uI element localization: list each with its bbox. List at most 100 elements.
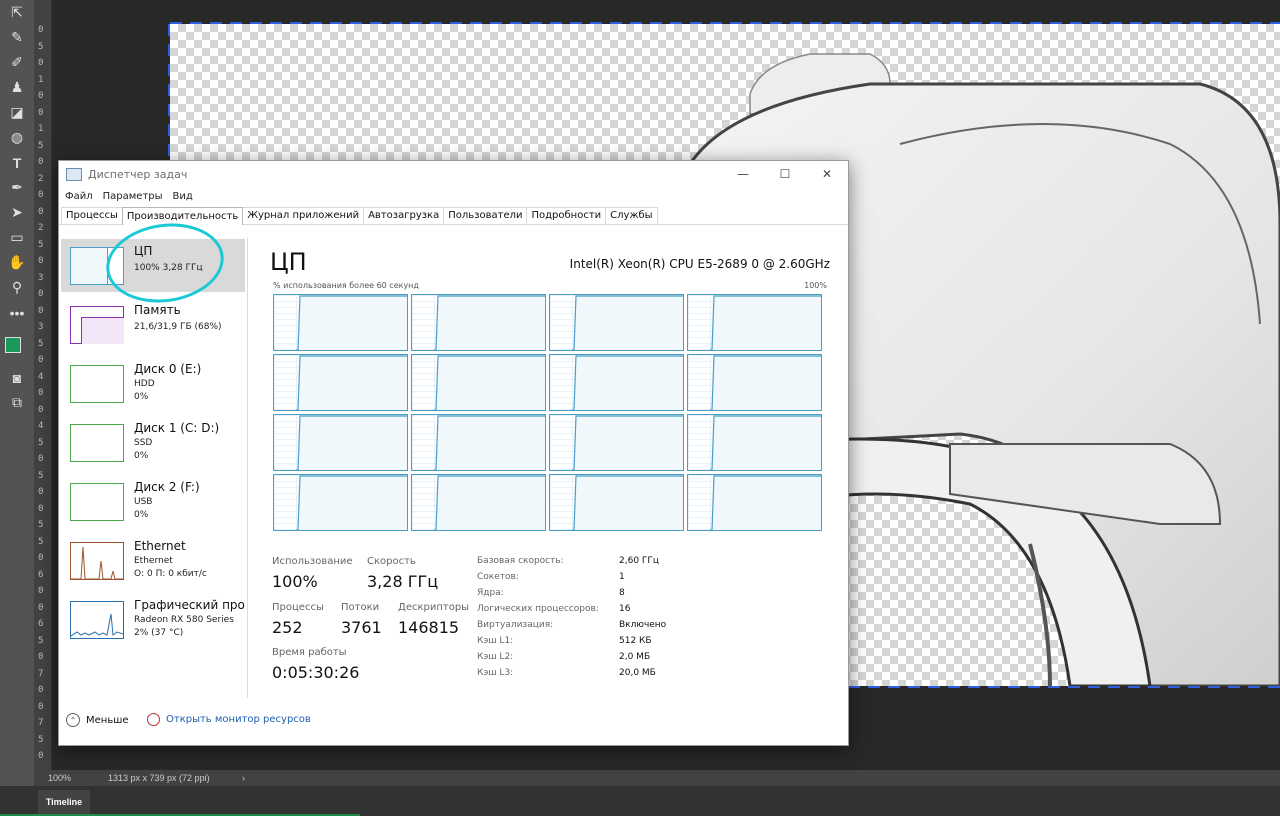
tab-strip: Процессы Производительность Журнал прило… <box>59 205 848 225</box>
cpu-core-graph <box>273 294 408 351</box>
cpu-core-graph <box>273 414 408 471</box>
spec-label: Кэш L3: <box>477 668 514 678</box>
timeline-tab[interactable]: Timeline <box>38 790 90 814</box>
ruler-mark: 0 <box>38 503 44 514</box>
maximize-button[interactable]: ☐ <box>764 167 806 181</box>
cpu-core-graph <box>687 294 822 351</box>
ruler-mark: 0 <box>38 454 44 464</box>
spec-label: Базовая скорость: <box>477 556 564 566</box>
minimize-button[interactable]: — <box>722 167 764 181</box>
cpu-heading: ЦП <box>270 248 307 276</box>
cpu-core-graph <box>411 294 546 351</box>
ruler-mark: 0 <box>38 355 44 365</box>
eraser-icon[interactable]: ◪ <box>0 100 34 125</box>
blur-icon[interactable]: ◍ <box>0 125 34 150</box>
photoshop-statusbar: 100% 1313 px x 739 px (72 ppi) › <box>34 770 1280 786</box>
select-icon[interactable]: ➤ <box>0 200 34 225</box>
screen-mode-icon[interactable]: ⧉ <box>0 390 34 415</box>
tab-details[interactable]: Подробности <box>526 207 607 224</box>
ruler-mark: 5 <box>38 239 44 250</box>
resource-item-memory[interactable]: Память 21,6/31,9 ГБ (68%) <box>61 298 245 351</box>
menu-file[interactable]: Файл <box>65 191 93 202</box>
cpu-core-graph <box>549 294 684 351</box>
cpu-core-graph <box>549 474 684 531</box>
ruler-mark: 0 <box>38 701 44 712</box>
tab-app-history[interactable]: Журнал приложений <box>242 207 365 224</box>
more-icon[interactable]: ••• <box>0 300 34 325</box>
resource-item-disk-2[interactable]: Диск 2 (F:) USB 0% <box>61 475 245 528</box>
spec-label: Виртуализация: <box>477 620 554 630</box>
ruler-mark: 0 <box>38 107 44 118</box>
stamp-icon[interactable]: ♟ <box>0 75 34 100</box>
cpu-model: Intel(R) Xeon(R) CPU E5-2689 0 @ 2.60GHz <box>569 257 830 271</box>
ruler-mark: 0 <box>38 685 44 695</box>
tab-performance[interactable]: Производительность <box>121 207 244 225</box>
rectangle-icon[interactable]: ▭ <box>0 225 34 250</box>
pen-icon[interactable]: ✒ <box>0 175 34 200</box>
cpu-core-graph <box>273 474 408 531</box>
type-icon[interactable]: T <box>0 150 34 175</box>
speed-label: Скорость <box>367 556 416 567</box>
eyedropper-icon[interactable]: ✎ <box>0 25 34 50</box>
cpu-core-graph <box>411 414 546 471</box>
handles-value: 146815 <box>398 618 460 637</box>
task-manager-icon <box>66 167 82 181</box>
usage-label: Использование <box>272 556 353 567</box>
ruler-mark: 0 <box>38 586 44 596</box>
memory-thumbnail <box>70 306 124 344</box>
uptime-label: Время работы <box>272 647 347 658</box>
open-resource-monitor-link[interactable]: Открыть монитор ресурсов <box>147 713 311 726</box>
timeline-panel: Timeline <box>0 786 1280 816</box>
handles-label: Дескрипторы <box>398 602 470 613</box>
cpu-core-graph <box>549 354 684 411</box>
zoom-level[interactable]: 100% <box>48 773 71 783</box>
tab-users[interactable]: Пользователи <box>443 207 528 224</box>
spec-label: Сокетов: <box>477 572 519 582</box>
tab-startup[interactable]: Автозагрузка <box>363 207 445 224</box>
ruler-mark: 2 <box>38 173 44 184</box>
cpu-core-graph <box>549 414 684 471</box>
usage-value: 100% <box>272 572 318 591</box>
ruler-mark: 5 <box>38 41 44 52</box>
ruler-mark: 0 <box>38 58 44 68</box>
brush-icon[interactable]: ✐ <box>0 50 34 75</box>
resource-item-disk-0[interactable]: Диск 0 (E:) HDD 0% <box>61 357 245 410</box>
ruler-mark: 3 <box>38 322 44 332</box>
ruler-mark: 0 <box>38 25 44 35</box>
resource-item-ethernet[interactable]: Ethernet Ethernet О: 0 П: 0 кбит/с <box>61 534 245 587</box>
resource-item-disk-1[interactable]: Диск 1 (C: D:) SSD 0% <box>61 416 245 469</box>
cpu-core-graph <box>411 474 546 531</box>
quick-mask-icon[interactable]: ◙ <box>0 365 34 390</box>
tab-processes[interactable]: Процессы <box>61 207 123 224</box>
ruler-mark: 0 <box>38 206 44 217</box>
processes-label: Процессы <box>272 602 324 613</box>
close-button[interactable]: ✕ <box>806 167 848 181</box>
menu-view[interactable]: Вид <box>173 191 193 202</box>
menu-options[interactable]: Параметры <box>103 191 163 202</box>
ruler-mark: 0 <box>38 487 44 497</box>
status-arrow-icon[interactable]: › <box>242 773 245 783</box>
ruler-mark: 0 <box>38 305 44 316</box>
color-swatches[interactable] <box>0 325 34 365</box>
spec-label: Логических процессоров: <box>477 604 599 614</box>
spec-label: Ядра: <box>477 588 504 598</box>
tab-services[interactable]: Службы <box>605 207 658 224</box>
ruler-mark: 4 <box>38 371 44 382</box>
cpu-core-graphs <box>273 294 825 532</box>
ruler-mark: 0 <box>38 388 44 398</box>
fewer-details-button[interactable]: ⌃ Меньше <box>66 713 129 727</box>
ruler-mark: 5 <box>38 140 44 151</box>
move-icon[interactable]: ⇱ <box>0 0 34 25</box>
resource-item-gpu[interactable]: Графический процессор 0 Radeon RX 580 Se… <box>61 593 246 646</box>
ruler-mark: 5 <box>38 338 44 349</box>
spec-value: 1 <box>619 572 625 582</box>
ruler-mark: 5 <box>38 520 44 530</box>
hand-icon[interactable]: ✋ <box>0 250 34 275</box>
threads-value: 3761 <box>341 618 382 637</box>
foreground-color[interactable] <box>5 337 21 353</box>
spec-label: Кэш L2: <box>477 652 514 662</box>
resource-monitor-icon <box>147 713 160 726</box>
ruler-mark: 7 <box>38 668 44 679</box>
ruler-mark: 2 <box>38 223 44 233</box>
zoom-icon[interactable]: ⚲ <box>0 275 34 300</box>
